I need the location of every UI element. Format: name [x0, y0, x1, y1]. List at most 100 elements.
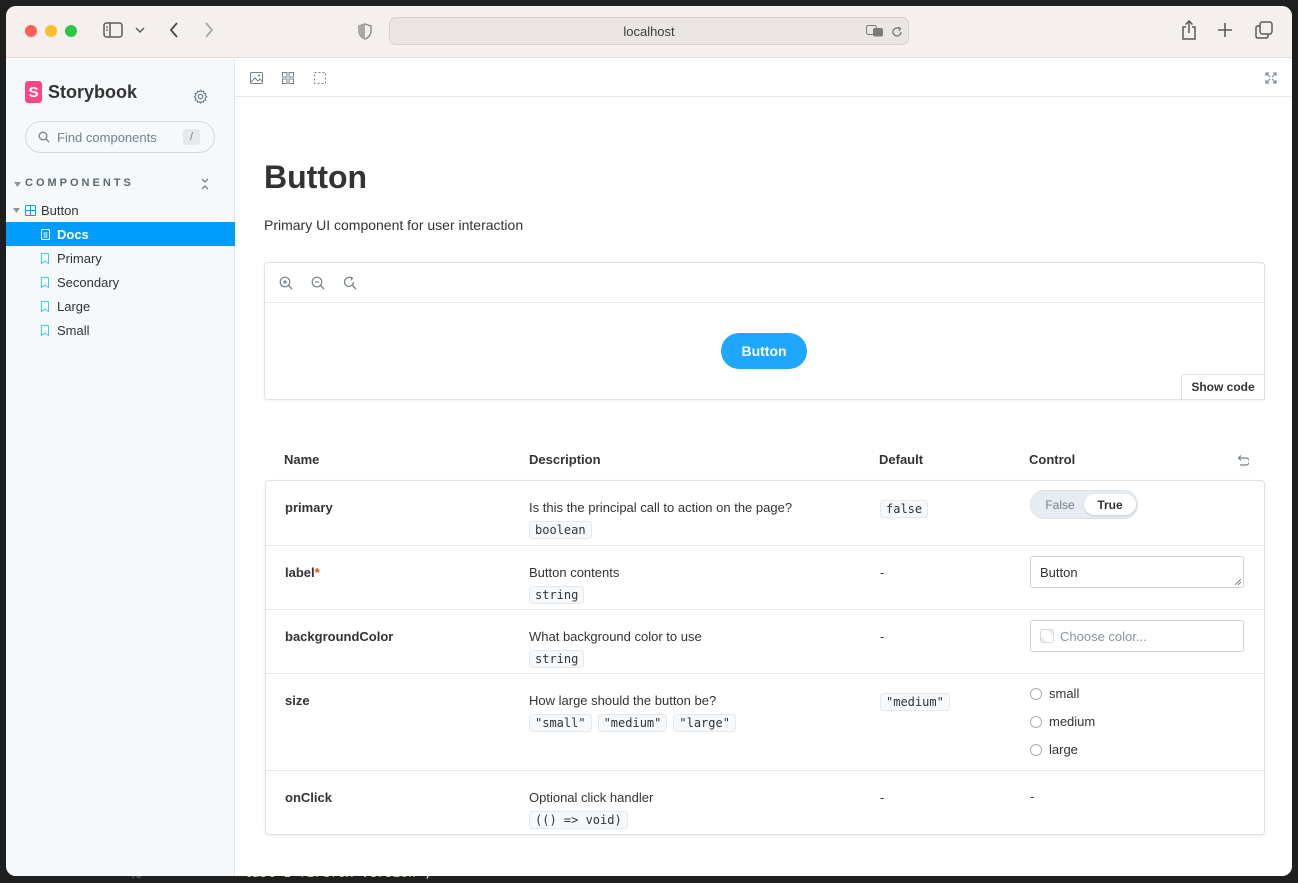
- table-row-primary: primary Is this the principal call to ac…: [266, 481, 1264, 545]
- radio-label: small: [1049, 686, 1080, 701]
- radio-option-small[interactable]: small: [1030, 686, 1079, 701]
- radio-option-large[interactable]: large: [1030, 742, 1078, 757]
- window-minimize-button[interactable]: [45, 25, 57, 37]
- table-row-backgroundcolor: backgroundColor What background color to…: [266, 609, 1264, 673]
- translate-icon[interactable]: [866, 24, 884, 38]
- color-swatch[interactable]: [1040, 629, 1054, 643]
- toggle-option-false[interactable]: False: [1034, 494, 1086, 515]
- args-table: primary Is this the principal call to ac…: [265, 480, 1265, 835]
- prop-description: How large should the button be? "small" "…: [529, 693, 742, 732]
- prop-default: -: [880, 790, 885, 805]
- section-header-components[interactable]: COMPONENTS: [25, 177, 134, 189]
- preview-toolbar: [235, 59, 1292, 97]
- storybook-mark-icon: S: [25, 81, 42, 103]
- image-icon[interactable]: [248, 70, 264, 86]
- prop-default: -: [880, 565, 885, 580]
- prop-type-chip: "small": [529, 714, 592, 732]
- color-placeholder: Choose color...: [1060, 629, 1147, 644]
- prop-description: Is this the principal call to action on …: [529, 500, 792, 539]
- prop-description: What background color to use string: [529, 629, 702, 668]
- storybook-sidebar: S Storybook Find components / COMPONENTS: [6, 59, 235, 876]
- resize-handle-icon[interactable]: [1234, 578, 1241, 585]
- sidebar-item-docs[interactable]: Docs: [6, 222, 235, 246]
- sidebar-item-button[interactable]: Button: [6, 198, 235, 222]
- label-text-value: Button: [1040, 565, 1078, 580]
- radio-label: medium: [1049, 714, 1096, 729]
- back-arrow-icon[interactable]: [166, 20, 182, 40]
- story-canvas: Button Show code: [264, 262, 1265, 400]
- fullscreen-icon[interactable]: [1263, 70, 1279, 86]
- sidebar-item-primary[interactable]: Primary: [6, 246, 235, 270]
- window-close-button[interactable]: [25, 25, 37, 37]
- label-text-field[interactable]: Button: [1030, 556, 1244, 588]
- sidebar-toggle-icon[interactable]: [102, 21, 124, 39]
- brand-name: Storybook: [48, 81, 138, 102]
- search-input[interactable]: Find components /: [25, 121, 215, 153]
- preview-button[interactable]: Button: [721, 333, 807, 369]
- prop-description-text: Optional click handler: [529, 790, 654, 805]
- reset-controls-icon[interactable]: [1235, 453, 1249, 467]
- table-row-size: size How large should the button be? "sm…: [266, 673, 1264, 770]
- column-header-control: Control: [1029, 452, 1076, 467]
- collapse-all-icon[interactable]: [199, 177, 211, 191]
- prop-description-text: How large should the button be?: [529, 693, 717, 708]
- prop-default-chip: "medium": [880, 693, 950, 711]
- storybook-logo[interactable]: S Storybook: [25, 81, 137, 103]
- bookmark-icon: [41, 252, 49, 264]
- prop-default: false: [880, 500, 934, 518]
- window-maximize-button[interactable]: [65, 25, 77, 37]
- sidebar-item-label: Button: [41, 202, 79, 218]
- prop-name: label*: [285, 565, 320, 580]
- gear-icon[interactable]: [192, 88, 208, 104]
- document-icon: [41, 228, 50, 240]
- sidebar-item-label: Primary: [57, 250, 102, 266]
- tab-overview-icon[interactable]: [1254, 20, 1274, 40]
- radio-option-medium[interactable]: medium: [1030, 714, 1095, 729]
- address-bar[interactable]: localhost: [389, 17, 909, 45]
- prop-description-text: What background color to use: [529, 629, 702, 644]
- zoom-in-icon[interactable]: [278, 275, 294, 291]
- color-picker-field[interactable]: Choose color...: [1030, 620, 1244, 652]
- search-placeholder: Find components: [57, 130, 157, 145]
- prop-type-chip: string: [529, 586, 585, 604]
- sidebar-item-label: Secondary: [57, 274, 120, 290]
- radio-circle[interactable]: [1030, 687, 1042, 700]
- forward-arrow-icon[interactable]: [201, 20, 217, 40]
- browser-toolbar: localhost: [6, 6, 1292, 58]
- sidebar-item-secondary[interactable]: Secondary: [6, 270, 235, 294]
- search-icon: [38, 131, 50, 143]
- prop-default-chip: false: [880, 500, 929, 518]
- outline-icon[interactable]: [312, 70, 328, 86]
- show-code-button[interactable]: Show code: [1181, 374, 1265, 400]
- radio-circle[interactable]: [1030, 715, 1042, 728]
- canvas-toolbar: [265, 263, 1264, 303]
- prop-name: size: [285, 693, 310, 708]
- toggle-option-true[interactable]: True: [1084, 494, 1136, 515]
- zoom-out-icon[interactable]: [310, 275, 326, 291]
- page-subtitle: Primary UI component for user interactio…: [264, 217, 524, 233]
- zoom-reset-icon[interactable]: [342, 275, 358, 291]
- prop-default: -: [880, 629, 885, 644]
- prop-name: onClick: [285, 790, 332, 805]
- chevron-down-icon[interactable]: [134, 24, 146, 36]
- prop-control: -: [1030, 789, 1035, 804]
- sidebar-item-small[interactable]: Small: [6, 318, 235, 342]
- bookmark-icon: [41, 276, 49, 288]
- sidebar-item-large[interactable]: Large: [6, 294, 235, 318]
- grid-icon[interactable]: [280, 70, 296, 86]
- section-collapse-icon[interactable]: [13, 180, 21, 188]
- bookmark-icon: [41, 324, 49, 336]
- prop-description-text: Button contents: [529, 565, 620, 580]
- reload-icon[interactable]: [890, 25, 904, 39]
- chevron-down-icon: [13, 207, 20, 213]
- sidebar-item-label: Small: [57, 322, 90, 338]
- shield-icon[interactable]: [356, 21, 374, 41]
- search-shortcut-badge: /: [183, 129, 200, 145]
- prop-type-chip: boolean: [529, 521, 592, 539]
- new-tab-icon[interactable]: [1216, 21, 1234, 39]
- boolean-toggle[interactable]: False True: [1030, 490, 1138, 519]
- sidebar-item-label: Docs: [57, 226, 89, 242]
- radio-circle[interactable]: [1030, 743, 1042, 756]
- share-icon[interactable]: [1180, 19, 1198, 41]
- sidebar-item-label: Large: [57, 298, 91, 314]
